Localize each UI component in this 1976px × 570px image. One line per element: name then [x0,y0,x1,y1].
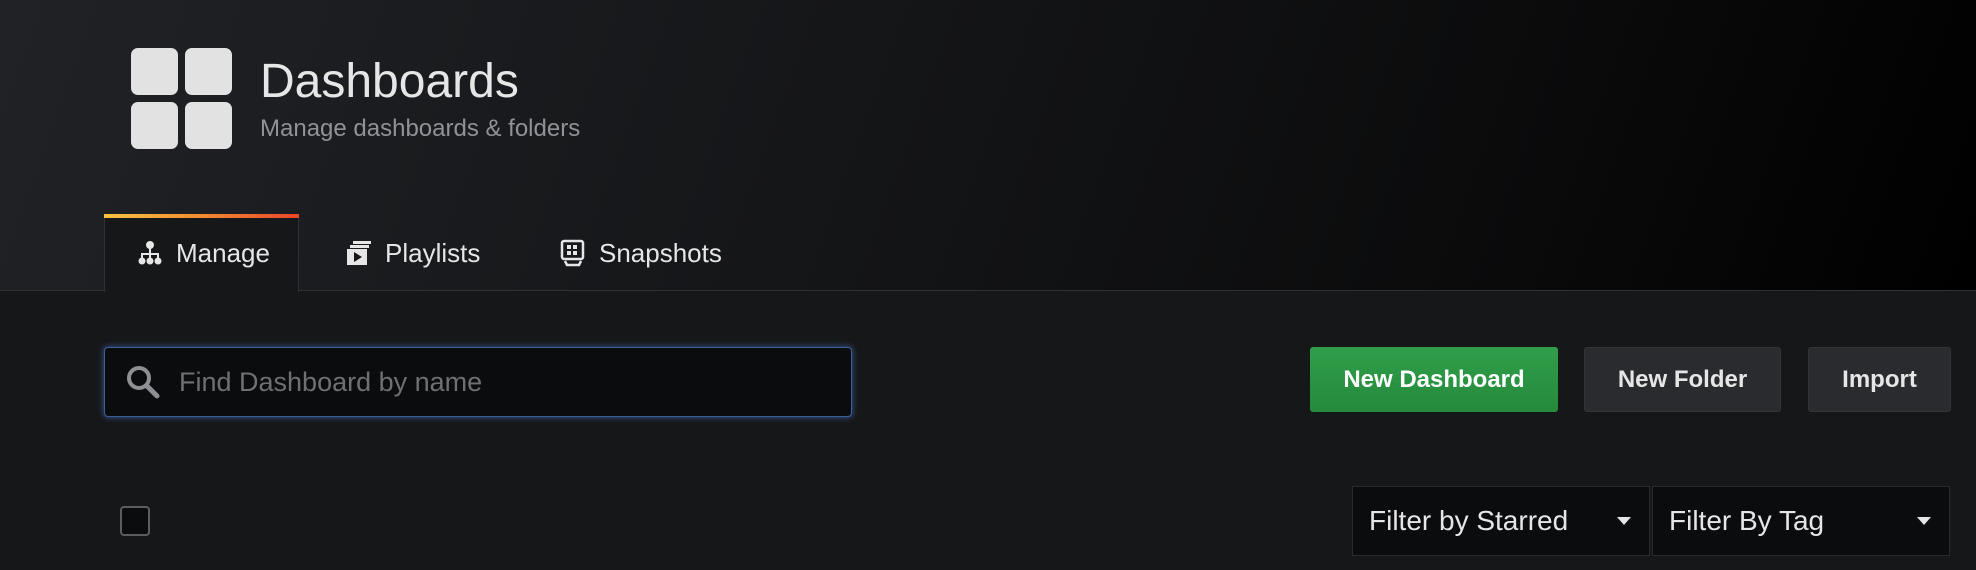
page-title: Dashboards [260,55,519,108]
filter-tag-label: Filter By Tag [1669,505,1825,536]
tab-playlists[interactable]: Playlists [345,214,480,292]
dashboard-grid-icon [131,48,232,149]
caret-down-icon [1917,517,1931,525]
search-box [104,347,852,417]
import-button[interactable]: Import [1808,347,1951,412]
page-header: Dashboards Manage dashboards & folders M… [0,0,1976,292]
filter-tag-select[interactable]: Filter By Tag [1652,486,1950,556]
search-icon [127,366,160,399]
new-dashboard-button[interactable]: New Dashboard [1310,347,1558,412]
page-subtitle: Manage dashboards & folders [260,115,581,142]
sitemap-icon [138,241,162,265]
caret-down-icon [1617,517,1631,525]
tab-snapshots[interactable]: Snapshots [559,214,722,292]
tab-manage-label: Manage [176,237,270,268]
filter-starred-select[interactable]: Filter by Starred [1352,486,1650,556]
tab-playlists-label: Playlists [385,237,481,268]
playlist-icon [347,241,371,265]
search-input[interactable] [179,366,819,398]
tab-snapshots-label: Snapshots [599,237,722,268]
tab-manage[interactable]: Manage [104,214,299,292]
select-all-checkbox[interactable] [120,506,150,536]
filter-starred-label: Filter by Starred [1369,505,1569,536]
snapshot-icon [560,239,585,267]
new-folder-button[interactable]: New Folder [1584,347,1781,412]
